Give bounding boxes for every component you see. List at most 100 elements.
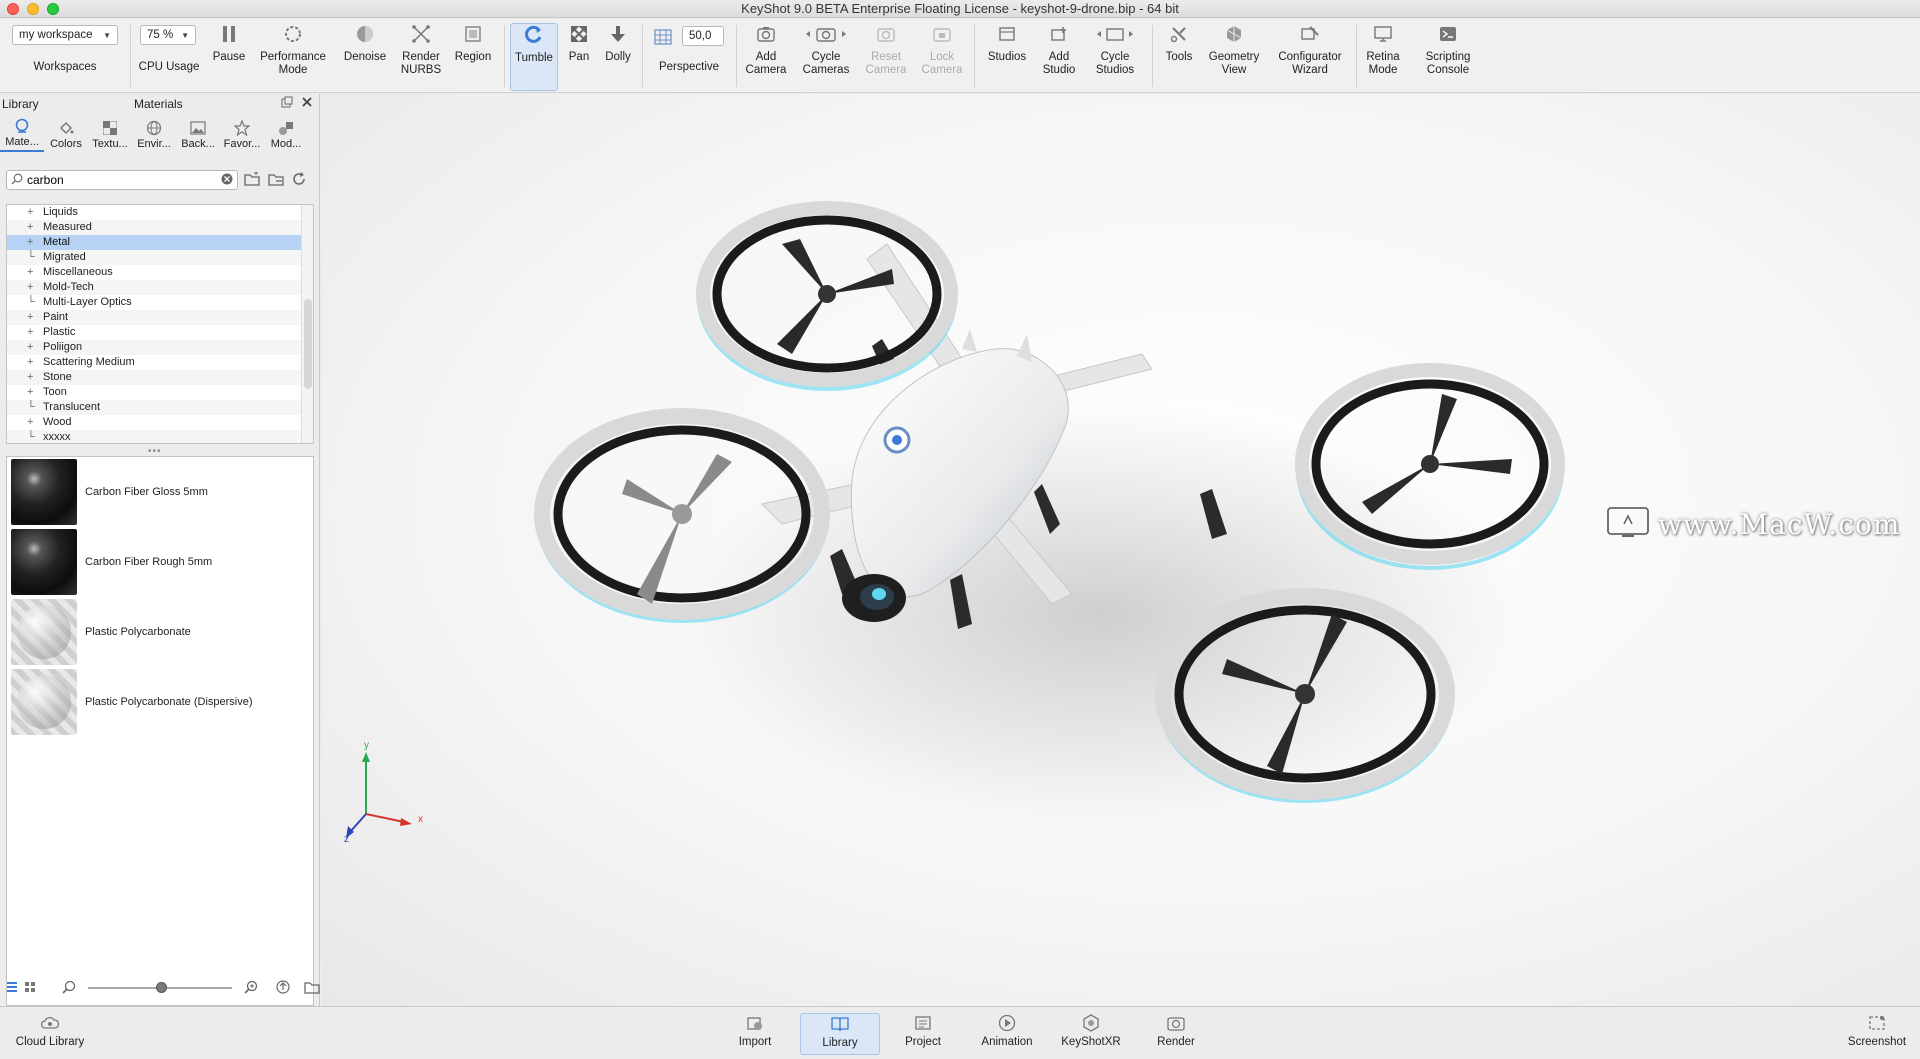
zoom-out-icon[interactable]: [62, 980, 76, 997]
tools-button[interactable]: Tools: [1158, 23, 1200, 91]
tumble-button[interactable]: Tumble: [510, 23, 558, 91]
tab-textures[interactable]: Textu...: [88, 116, 132, 152]
tree-item[interactable]: + Plastic: [7, 325, 313, 340]
expand-icon[interactable]: +: [27, 265, 33, 280]
expand-icon[interactable]: +: [27, 205, 33, 220]
material-thumbnail: [11, 599, 77, 665]
performance-mode-button[interactable]: Performance Mode: [256, 23, 330, 91]
clear-search-icon[interactable]: [221, 173, 233, 188]
add-camera-button[interactable]: Add Camera: [742, 23, 790, 91]
tree-item[interactable]: └ Multi-Layer Optics: [7, 295, 313, 310]
tab-materials[interactable]: Mate...: [0, 116, 44, 152]
studios-button[interactable]: Studios: [980, 23, 1034, 91]
expand-icon[interactable]: +: [27, 310, 33, 325]
tree-item[interactable]: └ xxxxx: [7, 430, 313, 443]
folder-open-icon[interactable]: [244, 171, 262, 189]
expand-icon[interactable]: +: [27, 235, 33, 250]
undock-icon[interactable]: [281, 96, 293, 111]
animation-button[interactable]: Animation: [974, 1013, 1040, 1055]
tree-item[interactable]: + Paint: [7, 310, 313, 325]
tree-item[interactable]: └ Migrated: [7, 250, 313, 265]
pause-button[interactable]: Pause: [208, 23, 250, 91]
screenshot-icon: [1867, 1013, 1887, 1033]
expand-icon[interactable]: +: [27, 385, 33, 400]
expand-icon[interactable]: +: [27, 220, 33, 235]
tree-item[interactable]: + Miscellaneous: [7, 265, 313, 280]
slider-knob[interactable]: [155, 982, 167, 993]
retina-mode-button[interactable]: Retina Mode: [1362, 23, 1404, 91]
tree-item[interactable]: + Measured: [7, 220, 313, 235]
expand-icon[interactable]: +: [27, 325, 33, 340]
tab-colors[interactable]: Colors: [44, 116, 88, 152]
grid-view-icon[interactable]: [24, 981, 36, 996]
render-nurbs-button[interactable]: Render NURBS: [396, 23, 446, 91]
workspace-select[interactable]: my workspace ▼: [12, 25, 118, 45]
lock-camera-label-1: Lock: [929, 51, 955, 63]
render-button[interactable]: Render: [1148, 1013, 1204, 1055]
tree-item[interactable]: + Stone: [7, 370, 313, 385]
thumbnail-size-slider[interactable]: [88, 982, 232, 993]
tree-item[interactable]: + Liquids: [7, 205, 313, 220]
axis-x-label: x: [418, 814, 423, 825]
list-item[interactable]: Carbon Fiber Gloss 5mm: [7, 457, 313, 527]
tab-favorites[interactable]: Favor...: [220, 116, 264, 152]
upload-icon[interactable]: [276, 979, 290, 997]
add-studio-button[interactable]: Add Studio: [1036, 23, 1082, 91]
project-button[interactable]: Project: [894, 1013, 952, 1055]
maximize-window-button[interactable]: [47, 3, 59, 15]
close-panel-icon[interactable]: [301, 96, 313, 111]
cloud-library-button[interactable]: Cloud Library: [14, 1013, 86, 1055]
search-input[interactable]: [27, 173, 221, 187]
denoise-button[interactable]: Denoise: [338, 23, 392, 91]
tree-item[interactable]: + Poliigon: [7, 340, 313, 355]
zoom-in-icon[interactable]: [244, 980, 258, 997]
tab-models[interactable]: Mod...: [264, 116, 308, 152]
cpu-usage-select[interactable]: 75 % ▼: [140, 25, 196, 45]
screenshot-button[interactable]: Screenshot: [1842, 1013, 1912, 1055]
list-view-icon[interactable]: [6, 981, 18, 996]
folder-icon[interactable]: [304, 980, 320, 997]
render-viewport[interactable]: www.MacW.com y x z: [322, 94, 1920, 1006]
tab-backplates[interactable]: Back...: [176, 116, 220, 152]
list-item[interactable]: Carbon Fiber Rough 5mm: [7, 527, 313, 597]
minimize-window-button[interactable]: [27, 3, 39, 15]
close-window-button[interactable]: [7, 3, 19, 15]
lock-camera-button[interactable]: Lock Camera: [916, 23, 968, 91]
configurator-wizard-button[interactable]: Configurator Wizard: [1270, 23, 1350, 91]
region-button[interactable]: Region: [448, 23, 498, 91]
cycle-studios-button[interactable]: Cycle Studios: [1086, 23, 1144, 91]
tools-icon: [1168, 23, 1190, 45]
dolly-button[interactable]: Dolly: [600, 23, 636, 91]
tree-scrollbar[interactable]: [301, 205, 313, 443]
tree-item[interactable]: + Scattering Medium: [7, 355, 313, 370]
geometry-view-button[interactable]: Geometry View: [1202, 23, 1266, 91]
tree-item[interactable]: + Toon: [7, 385, 313, 400]
cycle-cameras-button[interactable]: Cycle Cameras: [794, 23, 858, 91]
tree-item-label: Poliigon: [43, 341, 83, 353]
tree-item[interactable]: + Wood: [7, 415, 313, 430]
pan-button[interactable]: Pan: [560, 23, 598, 91]
field-of-view-input[interactable]: 50,0: [682, 26, 724, 46]
library-button[interactable]: Library: [800, 1013, 880, 1055]
tree-item[interactable]: └ Translucent: [7, 400, 313, 415]
tree-item[interactable]: + Metal: [7, 235, 313, 250]
scripting-console-button[interactable]: Scripting Console: [1416, 23, 1480, 91]
library-search[interactable]: [6, 170, 238, 190]
tumble-icon: [523, 24, 545, 46]
list-item[interactable]: Plastic Polycarbonate: [7, 597, 313, 667]
expand-icon[interactable]: +: [27, 355, 33, 370]
expand-icon[interactable]: +: [27, 280, 33, 295]
expand-icon[interactable]: +: [27, 370, 33, 385]
list-item[interactable]: Plastic Polycarbonate (Dispersive): [7, 667, 313, 737]
expand-icon[interactable]: +: [27, 415, 33, 430]
import-button[interactable]: Import: [726, 1013, 784, 1055]
tab-environments[interactable]: Envir...: [132, 116, 176, 152]
reset-camera-button[interactable]: Reset Camera: [862, 23, 910, 91]
refresh-icon[interactable]: [292, 172, 306, 189]
tree-scrollbar-thumb[interactable]: [304, 299, 312, 389]
keyshotxr-button[interactable]: KeyShotXR: [1058, 1013, 1124, 1055]
folder-add-icon[interactable]: [268, 172, 286, 189]
tree-item[interactable]: + Mold-Tech: [7, 280, 313, 295]
expand-icon[interactable]: +: [27, 340, 33, 355]
region-label: Region: [454, 51, 492, 63]
